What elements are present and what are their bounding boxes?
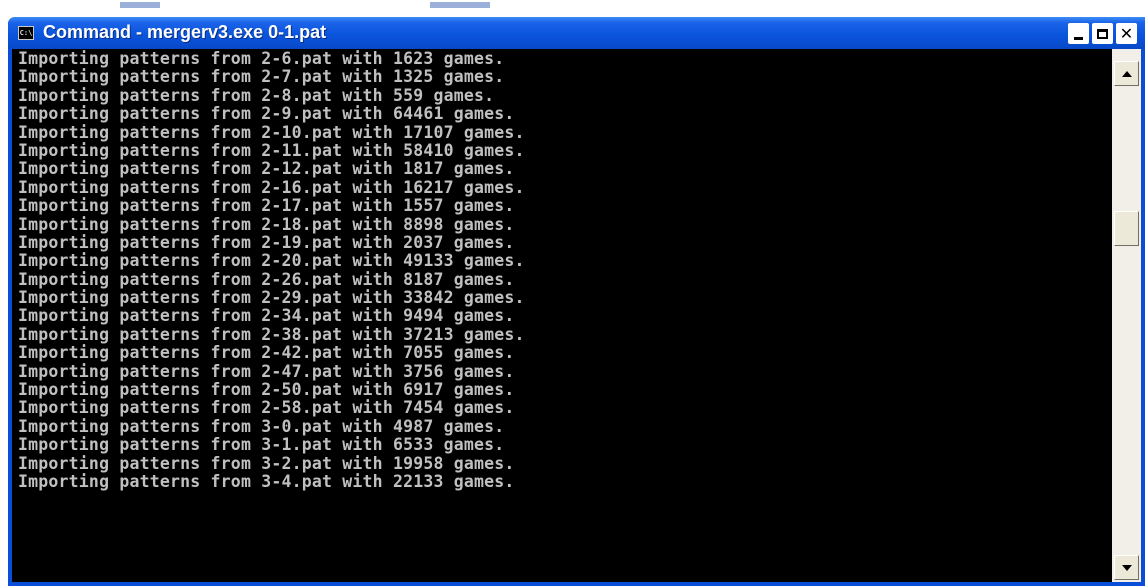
scroll-up-button[interactable] xyxy=(1114,61,1139,86)
vertical-scrollbar[interactable] xyxy=(1112,49,1141,582)
console-line: Importing patterns from 2-8.pat with 559… xyxy=(18,85,495,105)
console-line: Importing patterns from 2-42.pat with 70… xyxy=(18,343,515,363)
minimize-icon xyxy=(1074,36,1083,40)
minimize-button[interactable] xyxy=(1068,23,1089,44)
arrow-up-icon xyxy=(1121,70,1132,77)
console-line: Importing patterns from 2-29.pat with 33… xyxy=(18,288,525,308)
maximize-button[interactable] xyxy=(1092,23,1113,44)
background-window-edge xyxy=(0,0,1145,10)
console-line: Importing patterns from 3-1.pat with 653… xyxy=(18,435,505,455)
close-button[interactable]: ✕ xyxy=(1116,23,1137,44)
window-title: Command - mergerv3.exe 0-1.pat xyxy=(43,22,327,42)
console-line: Importing patterns from 2-38.pat with 37… xyxy=(18,324,525,344)
console-line: Importing patterns from 2-58.pat with 74… xyxy=(18,398,515,418)
console-line: Importing patterns from 2-9.pat with 644… xyxy=(18,104,515,124)
console-icon[interactable]: C:\ xyxy=(18,26,34,40)
scrollbar-thumb[interactable] xyxy=(1114,211,1139,246)
console-line: Importing patterns from 2-47.pat with 37… xyxy=(18,361,515,381)
console-line: Importing patterns from 2-34.pat with 94… xyxy=(18,306,515,326)
console-line: Importing patterns from 2-12.pat with 18… xyxy=(18,159,515,179)
console-line: Importing patterns from 2-18.pat with 88… xyxy=(18,214,515,234)
console-line: Importing patterns from 2-7.pat with 132… xyxy=(18,67,505,87)
console-line: Importing patterns from 2-6.pat with 162… xyxy=(18,49,505,68)
maximize-icon xyxy=(1097,28,1108,39)
scroll-down-button[interactable] xyxy=(1114,555,1139,580)
console-output[interactable]: Importing patterns from 2-6.pat with 162… xyxy=(12,49,1112,582)
console-line: Importing patterns from 2-17.pat with 15… xyxy=(18,196,515,216)
title-bar[interactable]: C:\ Command - mergerv3.exe 0-1.pat ✕ xyxy=(8,17,1145,49)
console-line: Importing patterns from 3-0.pat with 498… xyxy=(18,416,505,436)
arrow-down-icon xyxy=(1121,564,1132,571)
console-line: Importing patterns from 2-26.pat with 81… xyxy=(18,269,515,289)
console-line: Importing patterns from 3-2.pat with 199… xyxy=(18,453,515,473)
console-window: C:\ Command - mergerv3.exe 0-1.pat ✕ Imp… xyxy=(8,17,1145,586)
console-lines: Importing patterns from 2-6.pat with 162… xyxy=(18,49,525,491)
close-icon: ✕ xyxy=(1119,24,1134,43)
console-line: Importing patterns from 2-19.pat with 20… xyxy=(18,232,515,252)
console-line: Importing patterns from 2-10.pat with 17… xyxy=(18,122,525,142)
console-line: Importing patterns from 2-50.pat with 69… xyxy=(18,380,515,400)
console-line: Importing patterns from 3-4.pat with 221… xyxy=(18,471,515,491)
console-line: Importing patterns from 2-16.pat with 16… xyxy=(18,177,525,197)
console-line: Importing patterns from 2-20.pat with 49… xyxy=(18,251,525,271)
console-line: Importing patterns from 2-11.pat with 58… xyxy=(18,140,525,160)
